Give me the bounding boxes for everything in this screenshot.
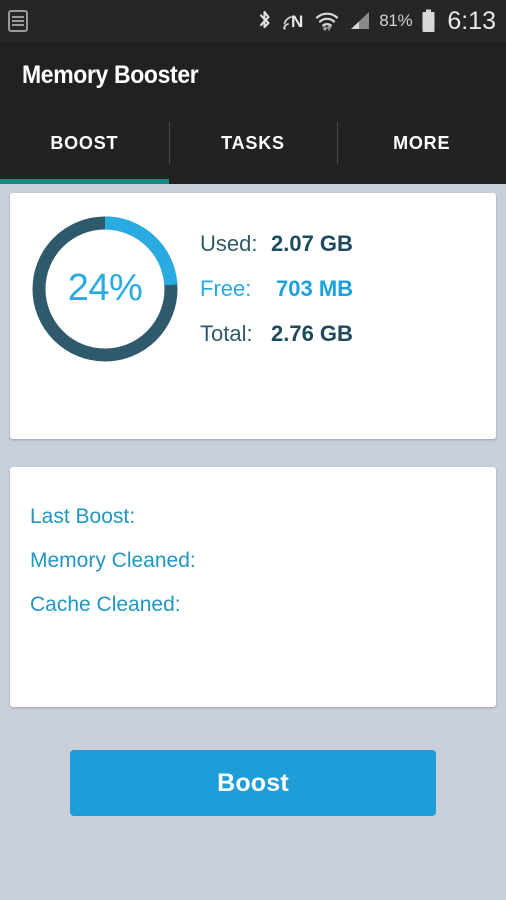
- memory-donut-wrap: 24%: [10, 207, 200, 368]
- list-notification-icon: [8, 10, 28, 32]
- tab-boost-label: BOOST: [50, 132, 119, 153]
- tab-tasks[interactable]: TASKS: [168, 108, 338, 184]
- last-boost-row: Last Boost:: [30, 505, 496, 529]
- memory-stat-used-key: Used:: [200, 231, 258, 256]
- cache-cleaned-label: Cache Cleaned:: [30, 593, 181, 616]
- memory-stat-used-value: 2.07 GB: [271, 231, 353, 256]
- memory-stat-free-key: Free:: [200, 276, 252, 301]
- memory-stat-free: Free: 703 MB: [200, 276, 353, 302]
- cellular-signal-icon: [351, 12, 370, 29]
- status-bar-clock: 6:13: [447, 6, 496, 35]
- memory-stat-total: Total: 2.76 GB: [200, 321, 353, 347]
- memory-stat-free-value: 703 MB: [276, 276, 354, 301]
- last-boost-label: Last Boost:: [30, 505, 136, 528]
- page-title: Memory Booster: [22, 60, 199, 89]
- boost-button[interactable]: Boost: [70, 750, 436, 816]
- memory-cleaned-row: Memory Cleaned:: [30, 549, 496, 573]
- bluetooth-icon: [260, 10, 270, 29]
- memory-usage-card: 24% Used: 2.07 GB Free: 703 MB Total: 2.…: [10, 193, 496, 439]
- tab-tasks-label: TASKS: [221, 132, 285, 153]
- tab-bar: BOOST TASKS MORE: [0, 108, 506, 184]
- memory-stats-list: Used: 2.07 GB Free: 703 MB Total: 2.76 G…: [200, 207, 353, 347]
- nfc-icon: N: [283, 12, 303, 31]
- status-bar-left: [8, 10, 28, 32]
- wifi-icon: [316, 12, 339, 31]
- tab-more-label: MORE: [393, 132, 451, 153]
- tab-more[interactable]: MORE: [337, 108, 506, 184]
- svg-text:N: N: [291, 12, 303, 31]
- cache-cleaned-row: Cache Cleaned:: [30, 593, 496, 617]
- status-bar: N 81% 6:13: [0, 0, 506, 42]
- app-title-bar: Memory Booster: [0, 42, 506, 108]
- memory-usage-donut-chart: 24%: [26, 210, 184, 368]
- battery-icon: [422, 9, 435, 32]
- main-content: 24% Used: 2.07 GB Free: 703 MB Total: 2.…: [0, 184, 506, 900]
- boost-history-card: Last Boost: Memory Cleaned: Cache Cleane…: [10, 467, 496, 707]
- memory-percent-label: 24%: [67, 266, 143, 309]
- tab-boost[interactable]: BOOST: [0, 108, 169, 184]
- memory-stat-used: Used: 2.07 GB: [200, 231, 353, 257]
- app-screen: N 81% 6:13 Memory Booster BOOST TASKS MO…: [0, 0, 506, 900]
- memory-stat-total-value: 2.76 GB: [271, 321, 353, 346]
- memory-cleaned-label: Memory Cleaned:: [30, 549, 196, 572]
- battery-percent-label: 81%: [379, 11, 413, 30]
- boost-button-zone: Boost: [10, 707, 496, 816]
- memory-stat-total-key: Total:: [200, 321, 253, 346]
- status-bar-right: N 81% 6:13: [256, 6, 496, 35]
